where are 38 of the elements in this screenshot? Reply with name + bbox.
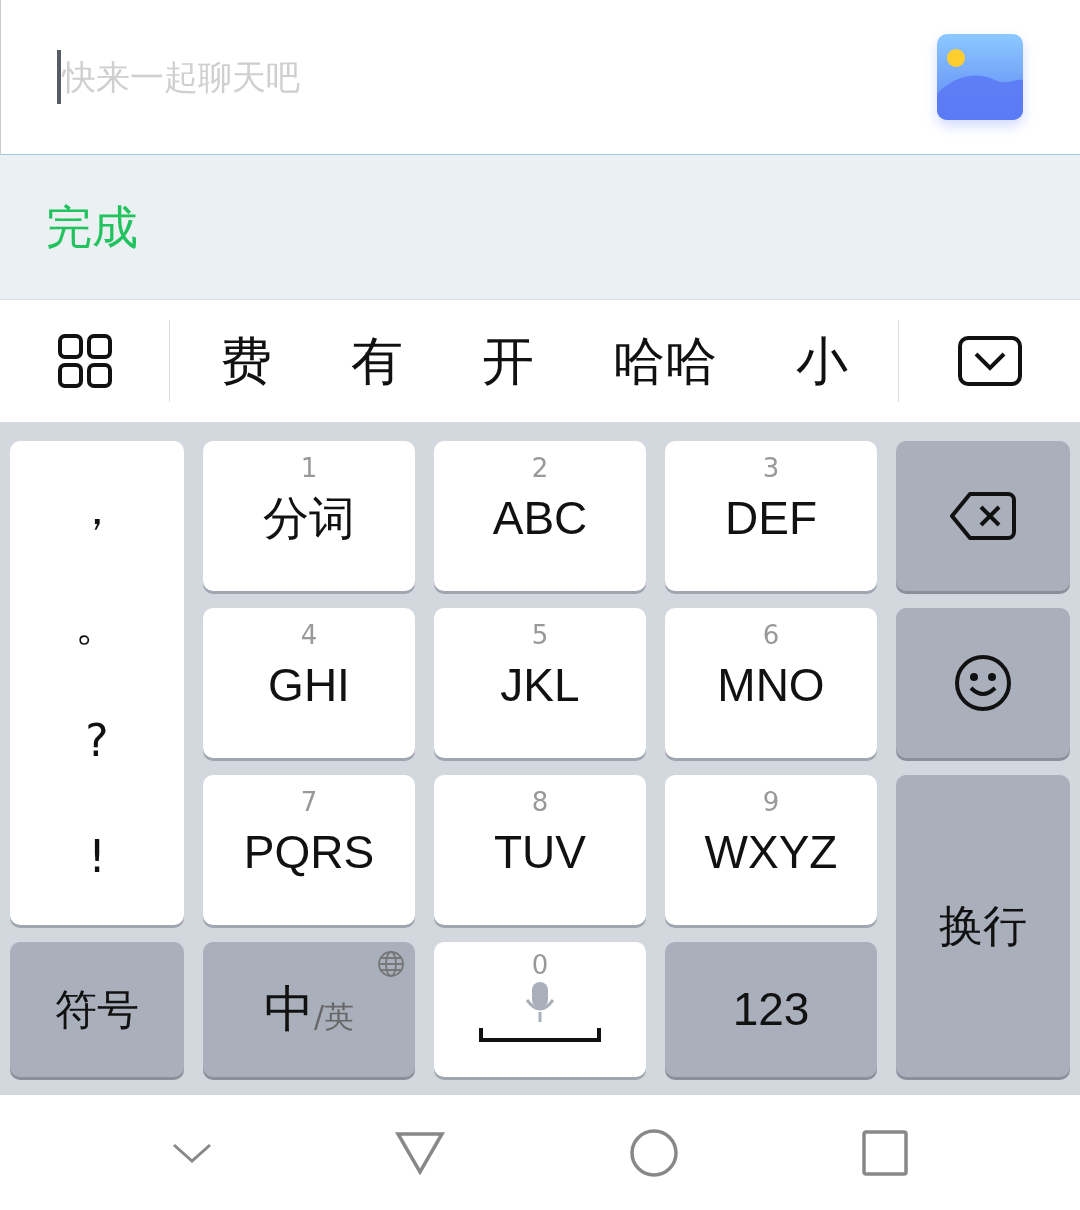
language-key[interactable]: 中/英	[203, 942, 415, 1077]
letter-key[interactable]: 4 GHI	[203, 608, 415, 758]
smiley-icon	[954, 654, 1012, 712]
numbers-key[interactable]: 123	[665, 942, 877, 1077]
backspace-icon	[950, 492, 1016, 540]
emoji-key[interactable]	[896, 608, 1070, 758]
letter-key[interactable]: 6 MNO	[665, 608, 877, 758]
punctuation-key[interactable]: !	[88, 835, 106, 879]
candidate-word[interactable]: 有	[340, 322, 413, 400]
letter-key[interactable]: 7 PQRS	[203, 775, 415, 925]
letter-key[interactable]: 3 DEF	[665, 441, 877, 591]
letter-key[interactable]: 9 WXYZ	[665, 775, 877, 925]
letter-key[interactable]: 5 JKL	[434, 608, 646, 758]
home-icon[interactable]	[628, 1127, 679, 1178]
letter-key[interactable]: 2 ABC	[434, 441, 646, 591]
collapse-keyboard-icon[interactable]	[957, 336, 1022, 386]
punctuation-key[interactable]: ?	[85, 719, 109, 763]
punctuation-key[interactable]: ，	[75, 487, 119, 531]
spacebar-icon	[479, 1028, 601, 1042]
candidate-word[interactable]: 哈哈	[603, 322, 728, 400]
back-icon[interactable]	[395, 1130, 446, 1175]
punctuation-key[interactable]: 。	[75, 603, 119, 647]
enter-key[interactable]: 换行	[896, 775, 1070, 1077]
symbols-key[interactable]: 符号	[10, 942, 184, 1077]
candidate-word[interactable]: 开	[471, 322, 544, 400]
key-label: /英	[313, 998, 355, 1036]
recents-icon[interactable]	[862, 1129, 909, 1176]
microphone-icon	[524, 980, 556, 1024]
backspace-key[interactable]	[896, 441, 1070, 591]
globe-icon	[377, 950, 405, 978]
candidate-word[interactable]: 费	[209, 322, 282, 400]
letter-key[interactable]: 8 TUV	[434, 775, 646, 925]
text-cursor	[57, 50, 61, 104]
letter-key[interactable]: 1 分词	[203, 441, 415, 591]
image-icon[interactable]	[937, 34, 1023, 120]
grid-menu-icon[interactable]	[57, 334, 112, 388]
candidate-word[interactable]: 小	[786, 322, 859, 400]
key-label: 中	[263, 979, 314, 1040]
